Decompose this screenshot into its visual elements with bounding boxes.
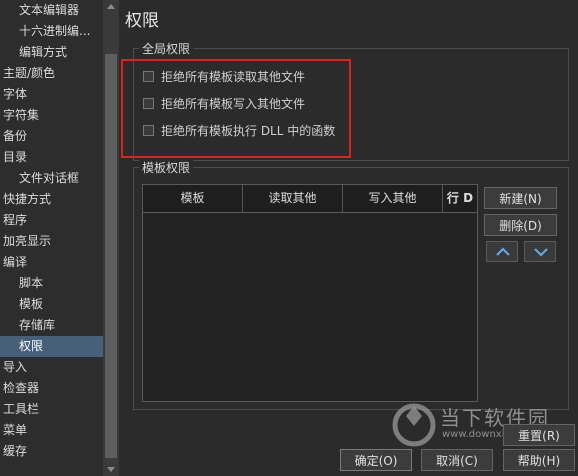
chevron-down-icon	[534, 248, 548, 257]
column-header-template[interactable]: 模板	[143, 185, 243, 212]
column-header-read[interactable]: 读取其他	[243, 185, 343, 212]
tree-item[interactable]: 加亮显示	[0, 231, 103, 252]
move-down-button[interactable]	[524, 241, 556, 262]
chevron-up-icon	[496, 247, 510, 256]
tree-item[interactable]: 字体	[0, 84, 103, 105]
table-header: 模板 读取其他 写入其他 行 D	[143, 185, 477, 213]
tree-item[interactable]: 菜单	[0, 420, 103, 441]
watermark-logo-icon	[392, 403, 436, 447]
scrollbar-thumb[interactable]	[105, 54, 117, 458]
tree-item[interactable]: 存储库	[0, 315, 103, 336]
scroll-up-icon[interactable]	[107, 4, 115, 9]
tree-item[interactable]: 权限	[0, 336, 103, 357]
settings-tree: 文本编辑器 十六进制编... 编辑方式 主题/颜色 字体 字符集 备份 目录 文件对话框 快捷方式…	[0, 0, 103, 476]
tree-item[interactable]: 编辑方式	[0, 42, 103, 63]
tree-item[interactable]: 备份	[0, 126, 103, 147]
tree-item[interactable]: 十六进制编...	[0, 21, 103, 42]
tree-item[interactable]: 目录	[0, 147, 103, 168]
tree-item[interactable]: 文本编辑器	[0, 0, 103, 21]
delete-button[interactable]: 删除(D)	[484, 214, 557, 236]
tree-scrollbar[interactable]	[103, 0, 119, 476]
tree-item[interactable]: 检查器	[0, 378, 103, 399]
tree-item[interactable]: 字符集	[0, 105, 103, 126]
ok-button[interactable]: 确定(O)	[340, 449, 412, 471]
column-header-run[interactable]: 行 D	[443, 185, 477, 212]
new-button[interactable]: 新建(N)	[484, 187, 557, 209]
template-permissions-table[interactable]: 模板 读取其他 写入其他 行 D	[142, 184, 478, 402]
move-up-button[interactable]	[486, 241, 518, 262]
cancel-button[interactable]: 取消(C)	[421, 449, 493, 471]
tree-item[interactable]: 工具栏	[0, 399, 103, 420]
help-button[interactable]: 帮助(H)	[503, 449, 575, 471]
page-title: 权限	[125, 11, 159, 31]
tree-item[interactable]: 主题/颜色	[0, 63, 103, 84]
tree-item[interactable]: 编译	[0, 252, 103, 273]
tree-item[interactable]: 文件对话框	[0, 168, 103, 189]
tree-item[interactable]: 快捷方式	[0, 189, 103, 210]
template-permissions-title: 模板权限	[139, 159, 194, 176]
global-permissions-title: 全局权限	[139, 40, 194, 57]
column-header-write[interactable]: 写入其他	[343, 185, 443, 212]
reset-button[interactable]: 重置(R)	[503, 424, 575, 446]
tree-item[interactable]: 程序	[0, 210, 103, 231]
tree-item[interactable]: 脚本	[0, 273, 103, 294]
tree-item[interactable]: 模板	[0, 294, 103, 315]
tree-item[interactable]: 缓存	[0, 441, 103, 462]
highlight-annotation	[121, 59, 351, 158]
tree-item[interactable]: 导入	[0, 357, 103, 378]
scroll-down-icon[interactable]	[107, 467, 115, 472]
